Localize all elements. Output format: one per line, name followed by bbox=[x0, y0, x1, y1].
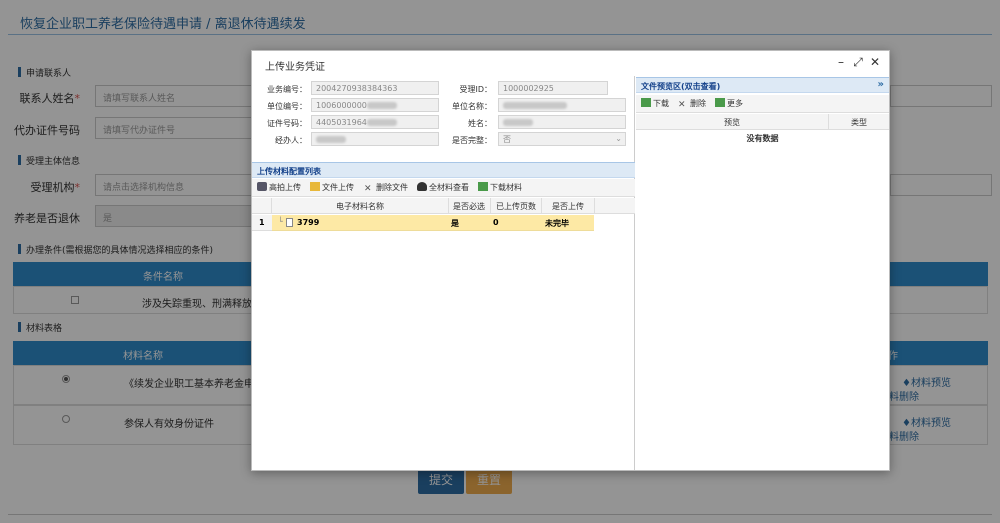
cert-no-field: 4405031964 bbox=[311, 115, 439, 129]
unit-no-label: 单位编号： bbox=[267, 102, 307, 111]
uploaded-cell: 未完毕 bbox=[545, 219, 569, 228]
accept-id-label: 受理ID： bbox=[459, 85, 492, 94]
name-field bbox=[498, 115, 626, 129]
complete-label: 是否完整： bbox=[452, 136, 492, 145]
download-material-button[interactable]: 下载材料 bbox=[478, 182, 522, 193]
maximize-icon[interactable]: ⤢ bbox=[851, 55, 865, 69]
preview-delete-button[interactable]: ✕ 删除 bbox=[678, 98, 706, 110]
preview-download-button[interactable]: 下载 bbox=[641, 98, 669, 109]
preview-toolbar: 下载 ✕ 删除 更多 bbox=[636, 95, 889, 113]
camera-icon bbox=[257, 182, 267, 191]
biz-no-label: 业务编号： bbox=[267, 85, 307, 94]
accept-id-field: 1000002925 bbox=[498, 81, 608, 95]
binoculars-icon bbox=[417, 182, 427, 191]
download-icon bbox=[478, 182, 488, 191]
table-row[interactable]: └ 3799 是 0 未完毕 bbox=[272, 215, 594, 231]
handler-label: 经办人： bbox=[275, 136, 307, 145]
col-uploaded: 是否上传 bbox=[552, 202, 584, 211]
empty-message: 没有数据 bbox=[746, 134, 779, 143]
download-icon bbox=[641, 98, 651, 107]
folder-upload-icon bbox=[310, 182, 320, 191]
unit-name-label: 单位名称： bbox=[452, 102, 492, 111]
required-cell: 是 bbox=[451, 219, 459, 228]
more-icon bbox=[715, 98, 725, 107]
col-preview: 预览 bbox=[724, 118, 740, 127]
preview-panel-title: 文件预览区(双击查看) » bbox=[636, 77, 889, 93]
preview-more-button[interactable]: 更多 bbox=[715, 98, 743, 109]
biz-no-field: 2004270938384363 bbox=[311, 81, 439, 95]
dialog-header: 上传业务凭证 – ⤢ ✕ bbox=[252, 51, 889, 75]
delete-icon: ✕ bbox=[678, 100, 686, 110]
cert-no-label: 证件号码： bbox=[267, 119, 307, 128]
complete-select: 否 ⌄ bbox=[498, 132, 626, 146]
upload-grid-header: 电子材料名称 是否必选 已上传页数 是否上传 bbox=[252, 198, 635, 214]
preview-grid-header: 预览 类型 bbox=[636, 114, 889, 130]
delete-file-button[interactable]: ✕ 删除文件 bbox=[364, 182, 408, 194]
tree-line-icon: └ bbox=[278, 217, 283, 226]
material-name-cell: 3799 bbox=[297, 218, 320, 227]
upload-panel-title: 上传材料配置列表 bbox=[252, 162, 635, 178]
dialog-title: 上传业务凭证 bbox=[265, 62, 325, 73]
unit-name-field bbox=[498, 98, 626, 112]
file-upload-button[interactable]: 文件上传 bbox=[310, 182, 354, 193]
col-material-name: 电子材料名称 bbox=[336, 202, 384, 211]
camera-upload-button[interactable]: 高拍上传 bbox=[257, 182, 301, 193]
unit-no-field: 1006000000 bbox=[311, 98, 439, 112]
handler-field bbox=[311, 132, 439, 146]
row-number: 1 bbox=[259, 218, 265, 227]
col-pages: 已上传页数 bbox=[496, 202, 536, 211]
chevron-down-icon: ⌄ bbox=[615, 134, 622, 143]
preview-pane: 文件预览区(双击查看) » 下载 ✕ 删除 更多 预览 类型 没有数据 bbox=[636, 76, 889, 470]
close-icon[interactable]: ✕ bbox=[868, 55, 882, 69]
upload-left-pane: 业务编号： 2004270938384363 受理ID： 1000002925 … bbox=[252, 76, 635, 470]
col-required: 是否必选 bbox=[453, 202, 485, 211]
name-label: 姓名： bbox=[468, 119, 492, 128]
minimize-icon[interactable]: – bbox=[834, 55, 848, 69]
upload-dialog: 上传业务凭证 – ⤢ ✕ 业务编号： 2004270938384363 受理ID… bbox=[251, 50, 890, 471]
pages-cell: 0 bbox=[493, 218, 499, 227]
expand-icon[interactable]: » bbox=[878, 79, 884, 90]
delete-icon: ✕ bbox=[364, 184, 372, 194]
view-all-button[interactable]: 全材料查看 bbox=[417, 182, 469, 193]
row-number-cell: 1 bbox=[252, 215, 272, 231]
upload-toolbar: 高拍上传 文件上传 ✕ 删除文件 全材料查看 下载材料 bbox=[252, 179, 635, 197]
column-separator bbox=[594, 198, 595, 214]
file-icon bbox=[286, 218, 293, 227]
col-type: 类型 bbox=[851, 118, 867, 127]
